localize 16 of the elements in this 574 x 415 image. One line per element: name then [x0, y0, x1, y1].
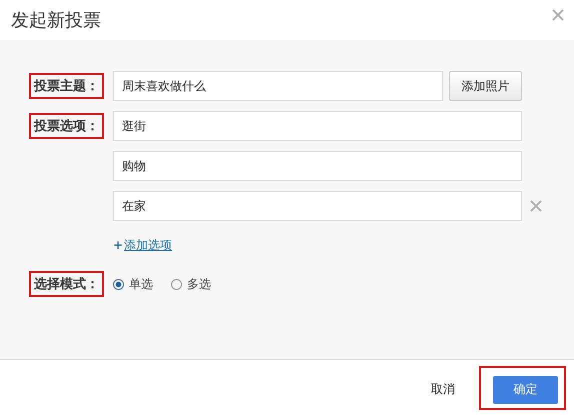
field-label: 投票主题： [29, 73, 104, 99]
dialog-title: 发起新投票 [11, 9, 101, 32]
close-icon[interactable] [530, 200, 542, 212]
radio-option[interactable]: 多选 [171, 276, 211, 292]
field-label: 投票选项： [29, 113, 104, 139]
input-field[interactable]: 购物 [113, 151, 522, 181]
field-label: 选择模式： [29, 271, 104, 297]
input-field[interactable]: 在家 [113, 191, 522, 221]
add-option-link[interactable]: +添加选项 [113, 236, 172, 254]
radio-option[interactable]: 单选 [113, 276, 153, 292]
add-photo-button[interactable]: 添加照片 [449, 71, 522, 101]
confirm-button[interactable]: 确定 [493, 376, 558, 404]
input-field[interactable]: 逛街 [113, 111, 522, 141]
input-field[interactable]: 周末喜欢做什么 [113, 71, 443, 101]
cancel-button[interactable]: 取消 [423, 375, 463, 404]
close-icon[interactable] [552, 9, 564, 21]
